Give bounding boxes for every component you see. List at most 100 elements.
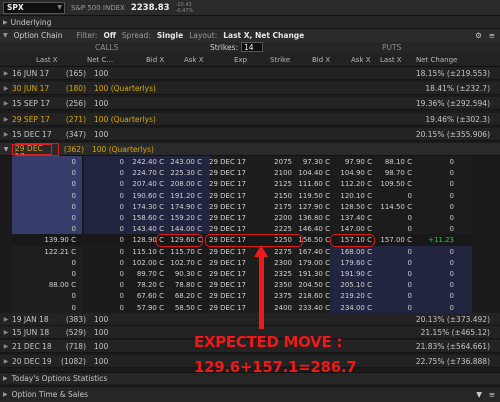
cell-c-bid[interactable]: 242.40 C bbox=[126, 158, 164, 166]
col-net-change-puts[interactable]: Net Change bbox=[416, 56, 457, 64]
layout-value[interactable]: Last X, Net Change bbox=[223, 31, 304, 40]
spread-value[interactable]: Single bbox=[157, 31, 183, 40]
expand-triangle-icon[interactable]: ▶ bbox=[0, 316, 12, 323]
cell-p-ask[interactable]: 147.00 C bbox=[334, 225, 372, 233]
cell-c-ask[interactable]: 174.90 C bbox=[166, 203, 202, 211]
cell-p-bid[interactable]: 119.50 C bbox=[296, 192, 330, 200]
cell-c-bid[interactable]: 174.30 C bbox=[126, 203, 164, 211]
cell-c-bid[interactable]: 190.60 C bbox=[126, 192, 164, 200]
cell-c-ask[interactable]: 90.30 C bbox=[166, 270, 202, 278]
cell-p-bid[interactable]: 179.00 C bbox=[296, 259, 330, 267]
cell-c-bid[interactable]: 224.70 C bbox=[126, 169, 164, 177]
collapse-triangle-icon[interactable]: ▼ bbox=[3, 32, 8, 39]
cell-p-ask[interactable]: 112.20 C bbox=[334, 180, 372, 188]
symbol-selector[interactable]: SPX ▼ bbox=[3, 1, 65, 14]
option-chain-row[interactable]: 0 0 242.40 C 243.00 C 29 DEC 17 2075 97.30 C 97… bbox=[0, 156, 500, 168]
cell-c-ask[interactable]: 243.00 C bbox=[166, 158, 202, 166]
cell-p-bid[interactable]: 167.40 C bbox=[296, 248, 330, 256]
cell-c-ask[interactable]: 68.20 C bbox=[166, 292, 202, 300]
cell-p-bid[interactable]: 218.60 C bbox=[296, 292, 330, 300]
filter-icon[interactable]: ▼ bbox=[476, 390, 482, 399]
cell-c-ask[interactable]: 58.50 C bbox=[166, 304, 202, 312]
option-chain-row[interactable]: 0 0 207.40 C 208.00 C 29 DEC 17 2125 111.60 C1… bbox=[0, 178, 500, 191]
cell-p-ask[interactable]: 168.00 C bbox=[334, 248, 372, 256]
col-ask-calls[interactable]: Ask X bbox=[184, 56, 204, 64]
cell-p-bid[interactable]: 204.50 C bbox=[296, 281, 330, 289]
option-chain-row[interactable]: 0 0 224.70 C 225.30 C 29 DEC 17 2100 104.40 C1… bbox=[0, 167, 500, 180]
cell-c-bid[interactable]: 89.70 C bbox=[126, 270, 164, 278]
expand-triangle-icon[interactable]: ▶ bbox=[3, 391, 8, 398]
cell-c-ask[interactable]: 115.70 C bbox=[166, 248, 202, 256]
expand-triangle-icon[interactable]: ▶ bbox=[3, 19, 8, 26]
option-chain-row[interactable]: 0 0 89.70 C 90.30 C 29 DEC 17 2325 191.30 C 191… bbox=[0, 268, 500, 280]
cell-p-bid[interactable]: 111.60 C bbox=[296, 180, 330, 188]
cell-p-bid[interactable]: 233.40 C bbox=[296, 304, 330, 312]
cell-p-ask[interactable]: 137.40 C bbox=[334, 214, 372, 222]
col-ask-puts[interactable]: Ask X bbox=[351, 56, 371, 64]
cell-c-ask[interactable]: 78.80 C bbox=[166, 281, 202, 289]
cell-c-ask[interactable]: 225.30 C bbox=[166, 169, 202, 177]
expand-triangle-icon[interactable]: ▶ bbox=[0, 100, 12, 107]
strikes-dropdown[interactable]: 14 bbox=[241, 42, 263, 52]
cell-p-bid[interactable]: 136.80 C bbox=[296, 214, 330, 222]
cell-c-bid[interactable]: 158.60 C bbox=[126, 214, 164, 222]
cell-c-bid[interactable]: 207.40 C bbox=[126, 180, 164, 188]
expiration-row[interactable]: ▶ 30 JUN 17 (180) 100 (Quarterlys) 18.41… bbox=[0, 82, 500, 95]
expand-triangle-icon[interactable]: ▶ bbox=[0, 358, 12, 365]
col-last-x-calls[interactable]: Last X bbox=[36, 56, 58, 64]
option-time-sales-section[interactable]: ▶ Option Time & Sales ▼ ≡ bbox=[0, 386, 500, 402]
cell-c-bid[interactable]: 78.20 C bbox=[126, 281, 164, 289]
expand-triangle-icon[interactable]: ▶ bbox=[3, 375, 8, 382]
cell-c-bid[interactable]: 115.10 C bbox=[126, 248, 164, 256]
cell-p-ask[interactable]: 179.60 C bbox=[334, 259, 372, 267]
col-strike[interactable]: Strike bbox=[270, 56, 290, 64]
cell-p-bid[interactable]: 191.30 C bbox=[296, 270, 330, 278]
cell-p-ask[interactable]: 120.10 C bbox=[334, 192, 372, 200]
cell-p-ask[interactable]: 219.20 C bbox=[334, 292, 372, 300]
col-bid-puts[interactable]: Bid X bbox=[312, 56, 330, 64]
option-chain-row[interactable]: 0 0 174.30 C 174.90 C 29 DEC 17 2175 127.90 C1… bbox=[0, 200, 500, 213]
cell-p-ask[interactable]: 104.90 C bbox=[334, 169, 372, 177]
option-chain-row[interactable]: 0 0 190.60 C 191.20 C 29 DEC 17 2150 119.50 C1… bbox=[0, 189, 500, 202]
cell-c-ask[interactable]: 191.20 C bbox=[166, 192, 202, 200]
chevron-down-icon[interactable]: ▼ bbox=[57, 4, 64, 11]
settings-icon[interactable]: ⚙ bbox=[475, 31, 482, 40]
cell-p-ask[interactable]: 128.50 C bbox=[334, 203, 372, 211]
cell-c-ask[interactable]: 144.00 C bbox=[166, 225, 202, 233]
cell-c-bid[interactable]: 143.40 C bbox=[126, 225, 164, 233]
cell-c-bid[interactable]: 102.00 C bbox=[126, 259, 164, 267]
collapse-triangle-icon[interactable]: ▼ bbox=[0, 146, 12, 153]
option-chain-row[interactable]: 0 0 67.60 C 68.20 C 29 DEC 17 2375 218.60 C 219… bbox=[0, 290, 500, 303]
col-exp[interactable]: Exp bbox=[234, 56, 247, 64]
option-chain-row[interactable]: 122.21 C 0 115.10 C 115.70 C 29 DEC 17 2275 16… bbox=[0, 245, 500, 258]
expand-triangle-icon[interactable]: ▶ bbox=[0, 85, 12, 92]
option-chain-row[interactable]: 0 0 57.90 C 58.50 C 29 DEC 17 2400 233.40 C 234… bbox=[0, 301, 500, 314]
expand-triangle-icon[interactable]: ▶ bbox=[0, 70, 12, 77]
expiration-row[interactable]: ▶ 29 SEP 17 (271) 100 (Quarterlys) 19.46… bbox=[0, 113, 500, 126]
underlying-section[interactable]: ▶ Underlying bbox=[0, 16, 500, 29]
cell-c-bid[interactable]: 67.60 C bbox=[126, 292, 164, 300]
expiration-row[interactable]: ▶ 15 DEC 17 (347) 100 20.15% (±355.906) bbox=[0, 128, 500, 141]
expand-triangle-icon[interactable]: ▶ bbox=[0, 329, 12, 336]
cell-p-ask[interactable]: 191.90 C bbox=[334, 270, 372, 278]
option-chain-row[interactable]: 0 0 102.00 C 102.70 C 29 DEC 17 2300 179.00 C1… bbox=[0, 256, 500, 269]
cell-c-ask[interactable]: 159.20 C bbox=[166, 214, 202, 222]
col-last-x-puts[interactable]: Last X bbox=[380, 56, 402, 64]
cell-p-bid[interactable]: 97.30 C bbox=[296, 158, 330, 166]
expiration-row[interactable]: ▶ 19 JAN 18 (383) 100 20.13% (±373.492) bbox=[0, 313, 500, 326]
option-chain-row[interactable]: 88.00 C 0 78.20 C 78.80 C 29 DEC 17 2350 204.5… bbox=[0, 279, 500, 292]
cell-c-bid[interactable]: 57.90 C bbox=[126, 304, 164, 312]
expand-triangle-icon[interactable]: ▶ bbox=[0, 343, 12, 350]
expiration-row[interactable]: ▶ 16 JUN 17 (165) 100 18.15% (±219.553) bbox=[0, 67, 500, 80]
cell-p-bid[interactable]: 104.40 C bbox=[296, 169, 330, 177]
option-chain-row[interactable]: 0 0 158.60 C 159.20 C 29 DEC 17 2200 136.80 C1… bbox=[0, 212, 500, 224]
open-expiration-row[interactable]: ▼ 29 DEC 17 (362) 100 (Quarterlys) bbox=[0, 143, 500, 160]
cell-c-ask[interactable]: 102.70 C bbox=[166, 259, 202, 267]
col-net-change-calls[interactable]: Net C... bbox=[87, 56, 113, 64]
cell-p-bid[interactable]: 146.40 C bbox=[296, 225, 330, 233]
cell-p-ask[interactable]: 205.10 C bbox=[334, 281, 372, 289]
expand-triangle-icon[interactable]: ▶ bbox=[0, 116, 12, 123]
cell-p-ask[interactable]: 97.90 C bbox=[334, 158, 372, 166]
cell-p-bid[interactable]: 127.90 C bbox=[296, 203, 330, 211]
filter-value[interactable]: Off bbox=[103, 31, 115, 40]
